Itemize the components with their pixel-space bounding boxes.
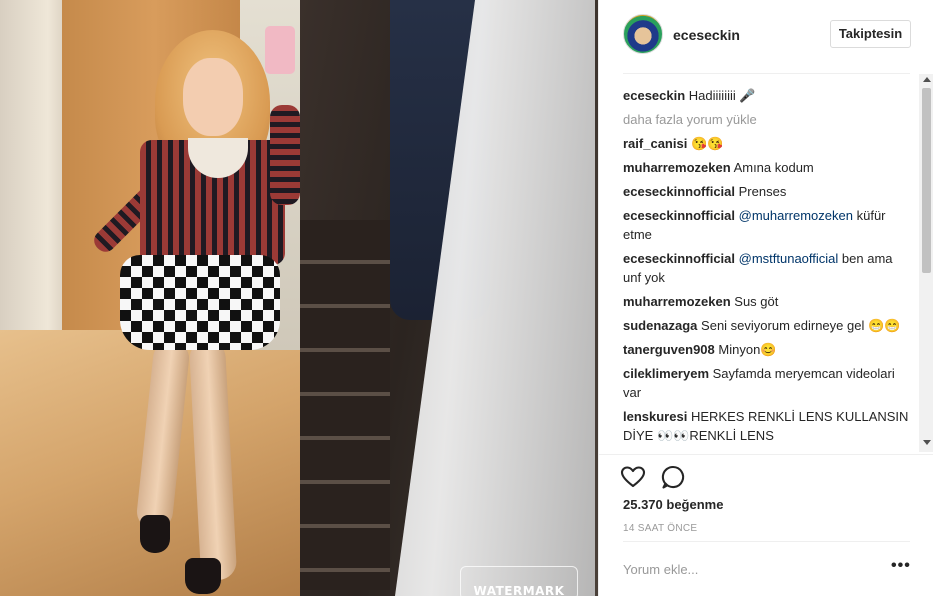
comment-item: cileklimeryem Sayfamda meryemcan videola…	[623, 364, 913, 402]
comment-item: muharremozeken Amına kodum	[623, 158, 913, 177]
comments-scrollbar[interactable]	[919, 74, 933, 452]
comment-text: Prenses	[738, 184, 787, 199]
person-right-leg	[188, 339, 238, 581]
comment-item: muharremozeken Sus göt	[623, 292, 913, 311]
header-divider	[623, 73, 910, 74]
comment-username[interactable]: eceseckinnofficial	[623, 208, 735, 223]
comment-item: raif_canisi 😘😘	[623, 134, 913, 153]
comment-input[interactable]	[623, 554, 873, 584]
person-phone	[265, 26, 295, 74]
comment-text: Hadiiiiiiii 🎤	[688, 88, 756, 103]
comment-item: sudenazaga Seni seviyorum edirneye gel 😁…	[623, 316, 913, 335]
likes-count[interactable]: 25.370 beğenme	[623, 497, 723, 512]
heart-icon[interactable]	[619, 463, 647, 491]
watermark-label: WATERMARK	[460, 566, 578, 596]
comment-text: Minyon😊	[718, 342, 777, 357]
more-options-icon[interactable]: •••	[891, 558, 911, 574]
comment-username[interactable]: muharremozeken	[623, 294, 731, 309]
post-actions: 25.370 beğenme 14 SAAT ÖNCE •••	[599, 454, 933, 594]
comment-text: Amına kodum	[733, 160, 814, 175]
post-timestamp: 14 SAAT ÖNCE	[623, 523, 698, 534]
caption: eceseckin Hadiiiiiiii 🎤	[623, 86, 913, 105]
comment-text: 😘😘	[690, 136, 724, 151]
person-face	[183, 58, 243, 136]
comment-item: eceseckinnofficial @muharremozeken küfür…	[623, 206, 913, 244]
comment-username[interactable]: raif_canisi	[623, 136, 687, 151]
comment-item: eceseckinnofficial Prenses	[623, 182, 913, 201]
comment-text: Sus göt	[734, 294, 779, 309]
comment-username[interactable]: eceseckinnofficial	[623, 184, 735, 199]
post-photo[interactable]: WATERMARK	[0, 0, 598, 596]
comment-item: eceseckinnofficial @mstftunaofficial ben…	[623, 249, 913, 287]
scroll-down-arrow-icon[interactable]	[923, 440, 931, 445]
comment-mention-link[interactable]: @muharremozeken	[739, 208, 853, 223]
post-side-panel: eceseckin Takiptesin eceseckin Hadiiiiii…	[598, 0, 933, 596]
person-left-shoe	[140, 515, 170, 553]
comment-text: Seni seviyorum edirneye gel 😁😁	[701, 318, 901, 333]
post-header: eceseckin Takiptesin	[599, 0, 933, 72]
comment-username[interactable]: cileklimeryem	[623, 366, 709, 381]
comment-username[interactable]: lenskuresi	[623, 409, 687, 424]
comment-username[interactable]: sudenazaga	[623, 318, 697, 333]
photo-person	[60, 10, 330, 596]
comment-username[interactable]: tanerguven908	[623, 342, 715, 357]
comments-list[interactable]: eceseckin Hadiiiiiiii 🎤 daha fazla yorum…	[623, 86, 913, 452]
comment-username[interactable]: eceseckinnofficial	[623, 251, 735, 266]
scrollbar-thumb[interactable]	[922, 88, 931, 273]
person-right-arm	[270, 105, 300, 205]
person-left-leg	[135, 338, 191, 532]
person-right-shoe	[185, 558, 221, 594]
scroll-up-arrow-icon[interactable]	[923, 77, 931, 82]
load-more-comments-link[interactable]: daha fazla yorum yükle	[623, 110, 913, 129]
following-button[interactable]: Takiptesin	[830, 20, 911, 48]
person-checkered-skirt	[120, 255, 280, 350]
add-comment-row: •••	[623, 541, 910, 595]
comment-mention-link[interactable]: @mstftunaofficial	[739, 251, 839, 266]
comment-item: tanerguven908 Minyon😊	[623, 340, 913, 359]
comment-username[interactable]: eceseckin	[623, 88, 685, 103]
comment-username[interactable]: muharremozeken	[623, 160, 731, 175]
comment-item: lenskuresi HERKES RENKLİ LENS KULLANSIN …	[623, 407, 913, 445]
instagram-post: WATERMARK eceseckin Takiptesin eceseckin…	[0, 0, 933, 596]
header-username[interactable]: eceseckin	[673, 27, 740, 43]
profile-avatar-icon[interactable]	[623, 14, 663, 54]
comment-bubble-icon[interactable]	[659, 463, 687, 491]
